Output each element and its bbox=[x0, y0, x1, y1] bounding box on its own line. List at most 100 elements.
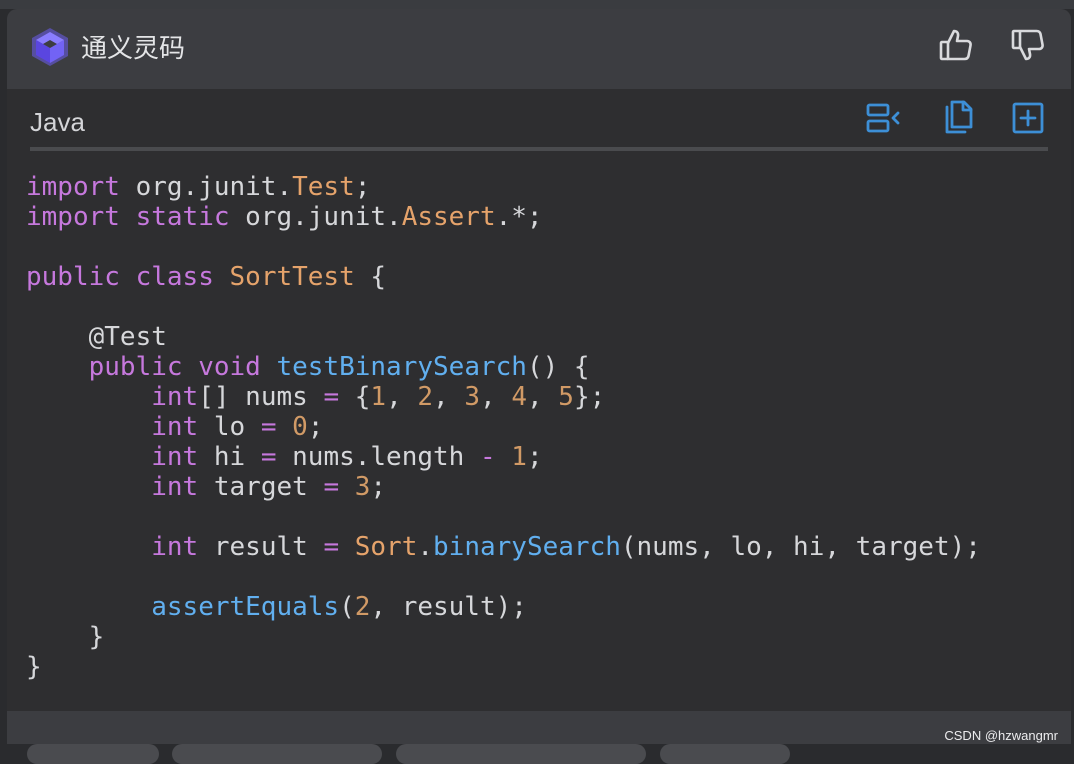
code-token: testBinarySearch bbox=[276, 352, 527, 382]
code-block-header: Java bbox=[7, 89, 1071, 151]
code-token: int bbox=[151, 412, 199, 442]
watermark-text: CSDN @hzwangmr bbox=[944, 728, 1058, 743]
code-token: [] nums bbox=[198, 382, 324, 412]
suggestion-chip[interactable] bbox=[660, 744, 790, 764]
insert-at-cursor-icon[interactable] bbox=[864, 99, 902, 137]
code-token: , bbox=[480, 382, 512, 412]
suggestion-chip[interactable] bbox=[27, 744, 159, 764]
code-token: import bbox=[26, 172, 120, 202]
panel-header: 通义灵码 bbox=[7, 9, 1071, 89]
suggestion-chip[interactable] bbox=[172, 744, 382, 764]
code-token: 2 bbox=[417, 382, 434, 412]
copy-icon[interactable] bbox=[937, 99, 975, 137]
code-token: ; bbox=[370, 472, 387, 502]
code-line: int target = 3; bbox=[26, 472, 1071, 502]
code-token: 3 bbox=[354, 472, 371, 502]
code-line: int result = Sort.binarySearch(nums, lo,… bbox=[26, 532, 1071, 562]
code-token: ( bbox=[339, 592, 355, 622]
code-line: public class SortTest { bbox=[26, 262, 1071, 292]
code-token: int bbox=[151, 472, 199, 502]
code-token: Test bbox=[292, 172, 355, 202]
code-token: { bbox=[339, 382, 371, 412]
code-token: @Test bbox=[26, 322, 167, 352]
code-token: lo bbox=[198, 412, 261, 442]
code-token: assertEquals bbox=[151, 592, 340, 622]
code-token: int bbox=[151, 442, 199, 472]
window-top-strip bbox=[0, 0, 1074, 9]
code-token: 1 bbox=[511, 442, 527, 472]
code-line: import static org.junit.Assert.*; bbox=[26, 202, 1071, 232]
code-token: = bbox=[260, 412, 277, 442]
code-token: public bbox=[26, 262, 120, 292]
code-token: 0 bbox=[292, 412, 308, 442]
code-line: public void testBinarySearch() { bbox=[26, 352, 1071, 382]
code-line: } bbox=[26, 622, 1071, 652]
code-token: org.junit. bbox=[119, 172, 293, 202]
code-line: assertEquals(2, result); bbox=[26, 592, 1071, 622]
code-token: = bbox=[323, 472, 340, 502]
code-token: org.junit. bbox=[229, 202, 402, 232]
code-token: = bbox=[323, 382, 340, 412]
code-token: 4 bbox=[511, 382, 527, 412]
code-token: , bbox=[526, 382, 559, 412]
code-token: } bbox=[26, 652, 42, 682]
code-token: . bbox=[417, 532, 434, 562]
code-header-divider bbox=[30, 147, 1048, 151]
code-block: Java import org.junit.Test; import static… bbox=[7, 89, 1071, 711]
code-line: @Test bbox=[26, 322, 1071, 352]
code-token: ; bbox=[354, 172, 371, 202]
code-token: class bbox=[135, 262, 214, 292]
thumbs-up-icon[interactable] bbox=[936, 25, 976, 65]
code-token: .*; bbox=[495, 202, 543, 232]
code-token: public bbox=[88, 352, 183, 382]
code-token: 3 bbox=[464, 382, 480, 412]
code-token: , bbox=[433, 382, 465, 412]
tongyi-logo-icon bbox=[32, 28, 68, 66]
code-token: }; bbox=[573, 382, 606, 412]
panel-footer-strip bbox=[7, 711, 1071, 744]
code-token: = bbox=[323, 532, 340, 562]
code-token: import bbox=[26, 202, 120, 232]
code-line: import org.junit.Test; bbox=[26, 172, 1071, 202]
code-token: () { bbox=[526, 352, 590, 382]
code-token: int bbox=[151, 532, 199, 562]
code-token: hi bbox=[198, 442, 261, 472]
code-token: ; bbox=[307, 412, 324, 442]
code-token: static bbox=[135, 202, 230, 232]
code-token: , result); bbox=[370, 592, 527, 622]
code-token: 5 bbox=[558, 382, 574, 412]
code-token: result bbox=[198, 532, 324, 562]
code-token: Assert bbox=[401, 202, 496, 232]
code-token: target bbox=[198, 472, 324, 502]
code-token: void bbox=[198, 352, 261, 382]
code-line: } bbox=[26, 652, 1071, 682]
code-token: { bbox=[354, 262, 387, 292]
suggestion-chip[interactable] bbox=[396, 744, 646, 764]
code-line: int hi = nums.length - 1; bbox=[26, 442, 1071, 472]
code-token: , bbox=[386, 382, 418, 412]
code-token: ; bbox=[526, 442, 543, 472]
code-token: SortTest bbox=[229, 262, 355, 292]
code-token: - bbox=[479, 442, 496, 472]
new-file-icon[interactable] bbox=[1009, 99, 1047, 137]
code-line: int[] nums = {1, 2, 3, 4, 5}; bbox=[26, 382, 1071, 412]
brand-name: 通义灵码 bbox=[81, 34, 186, 64]
code-token: nums.length bbox=[276, 442, 480, 472]
thumbs-down-icon[interactable] bbox=[1008, 25, 1048, 65]
code-language-label: Java bbox=[30, 107, 85, 137]
